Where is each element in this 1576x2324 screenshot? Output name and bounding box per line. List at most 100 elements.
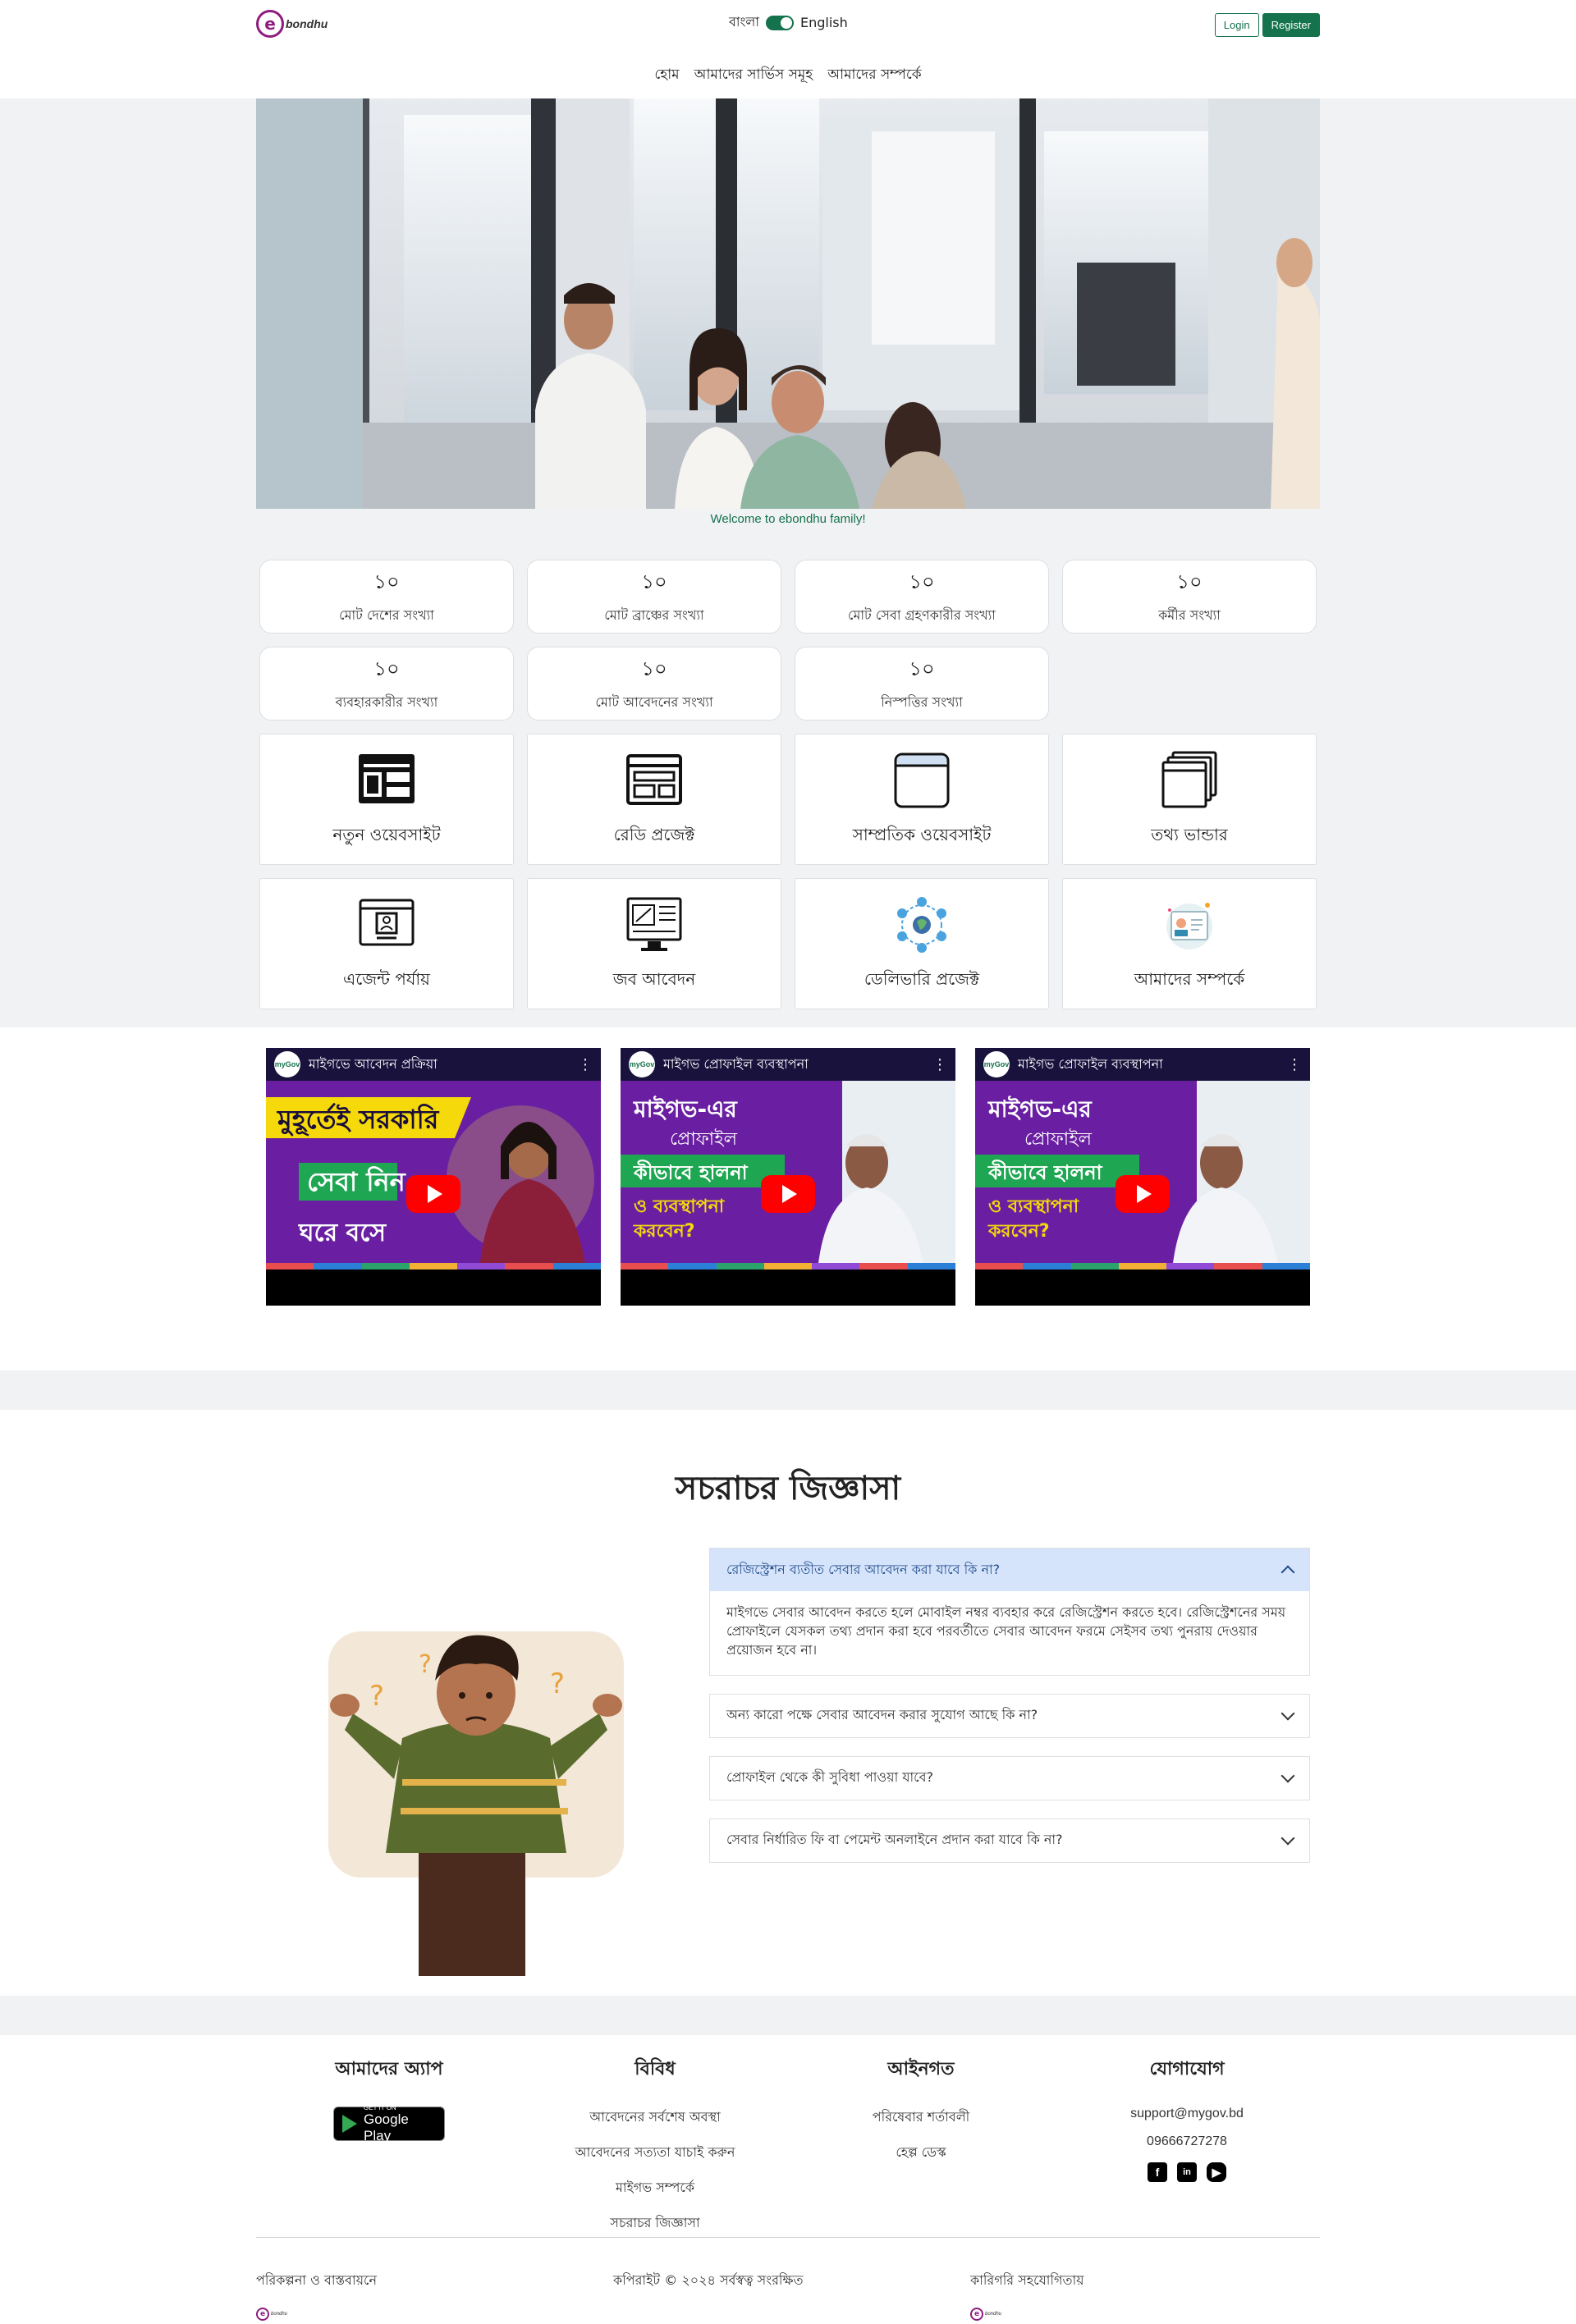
faq-question[interactable]: রেজিস্ট্রেশন ব্যতীত সেবার আবেদন করা যাবে… (710, 1549, 1309, 1591)
video-embed[interactable]: মাইগভ-এর প্রোফাইল কীভাবে হালনা ও ব্যবস্থ… (975, 1048, 1310, 1306)
about-card-icon (1166, 902, 1212, 949)
language-toggle[interactable] (766, 15, 794, 30)
more-vert-icon[interactable]: ⋮ (932, 1056, 947, 1073)
logo-mark: e (970, 2308, 983, 2321)
tile-label: তথ্য ভান্ডার (1151, 824, 1228, 844)
contact-email[interactable]: support@mygov.bd (1130, 2107, 1244, 2121)
tile-label: রেডি প্রজেক্ট (613, 824, 695, 844)
facebook-icon[interactable]: f (1148, 2162, 1167, 2182)
website-layout-icon (359, 753, 415, 803)
stats-grid: ১০ মোট দেশের সংখ্যা ১০ মোট ব্রাঞ্চের সংখ… (259, 560, 1317, 721)
thumb-line: করবেন? (987, 1221, 1049, 1242)
nav-services[interactable]: আমাদের সার্ভিস সমূহ (694, 64, 813, 87)
thumb-line: ও ব্যবস্থাপনা (634, 1196, 726, 1217)
faq-question-text: অন্য কারো পক্ষে সেবার আবেদন করার সুযোগ আ… (726, 1707, 1038, 1723)
main-nav: হোম আমাদের সার্ভিস সমূহ আমাদের সম্পর্কে (0, 53, 1576, 98)
tile-agent-level[interactable]: এজেন্ট পর্যায় (259, 878, 514, 1009)
tile-label: জব আবেদন (612, 968, 696, 989)
tile-ready-project[interactable]: রেডি প্রজেক্ট (527, 734, 781, 865)
more-vert-icon[interactable]: ⋮ (578, 1056, 593, 1073)
stat-card: ১০ মোট দেশের সংখ্যা (259, 560, 514, 634)
play-icon[interactable] (406, 1175, 460, 1213)
svg-text:?: ? (550, 1668, 565, 1700)
thumb-line: মাইগভ-এর (987, 1096, 1093, 1123)
footer-link-help-desk[interactable]: হেল্প ডেস্ক (896, 2142, 946, 2164)
stat-value: ১০ (373, 570, 400, 593)
faq-item: সেবার নির্ধারিত ফি বা পেমেন্ট অনলাইনে প্… (709, 1818, 1310, 1863)
stat-value: ১০ (641, 570, 667, 593)
tile-info-store[interactable]: তথ্য ভান্ডার (1062, 734, 1317, 865)
section-divider (0, 1370, 1576, 1410)
stat-card: ১০ কর্মীর সংখ্যা (1062, 560, 1317, 634)
tile-delivery-project[interactable]: ডেলিভারি প্রজেক্ট (795, 878, 1049, 1009)
svg-text:?: ? (369, 1680, 384, 1713)
gplay-small-text: GET IT ON (364, 2103, 396, 2111)
login-button[interactable]: Login (1214, 13, 1259, 37)
thumb-line: ঘরে বসে (298, 1219, 387, 1247)
tile-new-website[interactable]: নতুন ওয়েবসাইট (259, 734, 514, 865)
video-embed[interactable]: মুহূর্তেই সরকারি সেবা নিন ঘরে বসে myGov … (266, 1048, 601, 1306)
logo-text: bondhu (271, 2312, 288, 2317)
youtube-icon[interactable]: ▶ (1207, 2162, 1226, 2182)
stat-card: ১০ মোট ব্রাঞ্চের সংখ্যা (527, 560, 781, 634)
faq-title: সচরাচর জিজ্ঞাসা (675, 1469, 901, 1507)
svg-text:?: ? (419, 1650, 432, 1679)
ready-project-icon (626, 753, 682, 805)
confused-person-illustration: ? ? ? (304, 1615, 648, 1976)
video-title[interactable]: মাইগভে আবেদন প্রক্রিয়া (309, 1054, 570, 1076)
agent-profile-icon (359, 899, 415, 945)
planning-logo: e bondhu (256, 2308, 287, 2321)
footer-link-faq[interactable]: সচরাচর জিজ্ঞাসা (610, 2212, 699, 2235)
footer-link-verify-application[interactable]: আবেদনের সত্যতা যাচাই করুন (575, 2142, 735, 2164)
chevron-up-icon (1280, 1565, 1295, 1580)
more-vert-icon[interactable]: ⋮ (1287, 1056, 1302, 1073)
register-button[interactable]: Register (1262, 13, 1320, 37)
lang-english-label: English (800, 15, 848, 30)
linkedin-icon[interactable]: in (1177, 2162, 1197, 2182)
footer-link-about-mygov[interactable]: মাইগভ সম্পর্কে (616, 2177, 694, 2199)
play-icon[interactable] (761, 1175, 815, 1213)
faq-question-text: প্রোফাইল থেকে কী সুবিধা পাওয়া যাবে? (726, 1769, 934, 1786)
tile-label: নতুন ওয়েবসাইট (332, 824, 441, 844)
stat-label: নিস্পত্তির সংখ্যা (881, 693, 963, 710)
stat-value: ১০ (1176, 570, 1203, 593)
faq-question-text: সেবার নির্ধারিত ফি বা পেমেন্ট অনলাইনে প্… (726, 1832, 1063, 1848)
tile-about-us[interactable]: আমাদের সম্পর্কে (1062, 878, 1317, 1009)
ebondhu-logo[interactable]: e bondhu (256, 10, 328, 38)
contact-phone[interactable]: 09666727278 (1147, 2134, 1227, 2149)
tile-recent-website[interactable]: সাম্প্রতিক ওয়েবসাইট (795, 734, 1049, 865)
thumb-line: প্রোফাইল (1024, 1128, 1093, 1150)
faq-item: প্রোফাইল থেকে কী সুবিধা পাওয়া যাবে? (709, 1755, 1310, 1800)
stacked-windows-icon (1161, 751, 1217, 807)
copyright-text: কপিরাইট © ২০২৪ সর্বস্বত্ব সংরক্ষিত (613, 2272, 804, 2288)
stat-card: ১০ ব্যবহারকারীর সংখ্যা (259, 647, 514, 721)
faq-item: রেজিস্ট্রেশন ব্যতীত সেবার আবেদন করা যাবে… (709, 1548, 1310, 1676)
thumb-line: সেবা নিন (307, 1165, 407, 1197)
stat-label: মোট আবেদনের সংখ্যা (595, 693, 713, 710)
play-icon[interactable] (1116, 1175, 1170, 1213)
footer-link-application-status[interactable]: আবেদনের সর্বশেষ অবস্থা (589, 2107, 721, 2129)
thumb-line: কীভাবে হালনা (987, 1160, 1103, 1184)
nav-home[interactable]: হোম (654, 64, 679, 87)
logo-mark: e (256, 2308, 269, 2321)
tile-job-application[interactable]: জব আবেদন (527, 878, 781, 1009)
logo-text: bondhu (985, 2312, 1002, 2317)
faq-question-text: রেজিস্ট্রেশন ব্যতীত সেবার আবেদন করা যাবে… (726, 1561, 1001, 1577)
nav-about[interactable]: আমাদের সম্পর্কে (827, 64, 921, 87)
google-play-badge[interactable]: GET IT ON Google Play (333, 2103, 445, 2143)
logo-mark: e (256, 10, 284, 38)
tile-label: আমাদের সম্পর্কে (1134, 968, 1245, 989)
faq-item: অন্য কারো পক্ষে সেবার আবেদন করার সুযোগ আ… (709, 1693, 1310, 1738)
lang-bangla-label: বাংলা (729, 14, 759, 30)
footer-columns: আমাদের অ্যাপ GET IT ON Google Play বিবিধ… (256, 2055, 1320, 2235)
video-title[interactable]: মাইগভ প্রোফাইল ব্যবস্থাপনা (1018, 1054, 1279, 1076)
faq-question[interactable]: প্রোফাইল থেকে কী সুবিধা পাওয়া যাবে? (710, 1757, 1309, 1800)
faq-question[interactable]: অন্য কারো পক্ষে সেবার আবেদন করার সুযোগ আ… (710, 1695, 1309, 1737)
tile-label: সাম্প্রতিক ওয়েবসাইট (852, 824, 992, 844)
chevron-down-icon (1280, 1706, 1295, 1721)
faq-question[interactable]: সেবার নির্ধারিত ফি বা পেমেন্ট অনলাইনে প্… (710, 1819, 1309, 1862)
footer-link-terms[interactable]: পরিষেবার শর্তাবলী (873, 2107, 969, 2129)
video-embed[interactable]: মাইগভ-এর প্রোফাইল কীভাবে হালনা ও ব্যবস্থ… (621, 1048, 955, 1306)
video-title[interactable]: মাইগভ প্রোফাইল ব্যবস্থাপনা (663, 1054, 924, 1076)
chevron-down-icon (1280, 1768, 1295, 1783)
